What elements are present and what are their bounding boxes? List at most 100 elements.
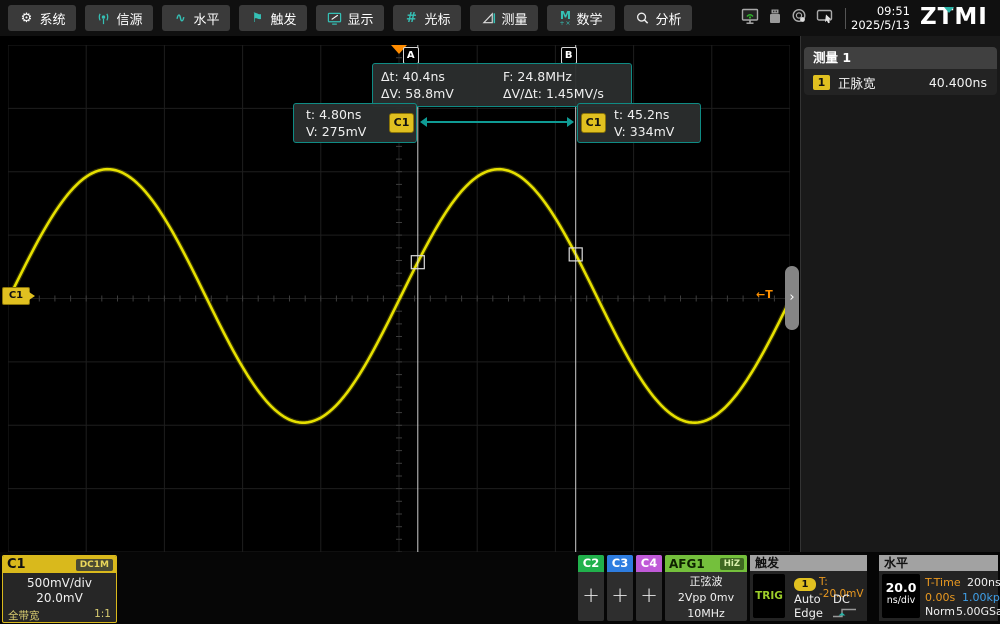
measurement-widget: 测量 1 1 正脉宽 40.400ns bbox=[804, 47, 997, 95]
measurement-name: 正脉宽 bbox=[838, 73, 876, 92]
plus-icon[interactable]: + bbox=[636, 572, 662, 618]
record-points-value: 1.00kpts bbox=[962, 591, 1000, 604]
status-icons bbox=[741, 8, 834, 29]
sine-icon: ∿ bbox=[172, 10, 188, 26]
timebase-scale-box: 20.0 ns/div bbox=[882, 574, 920, 618]
math-icon: M+× bbox=[559, 10, 571, 27]
measurement-panel-title: 测量 1 bbox=[804, 47, 997, 69]
channel1-scale: 500mV/div bbox=[3, 576, 116, 591]
menu-trigger-button[interactable]: ⚑ 触发 bbox=[239, 5, 307, 31]
channel1-name: C1 bbox=[7, 557, 26, 572]
menu-measure-button[interactable]: 测量 bbox=[470, 5, 538, 31]
brand-logo: ZTMI bbox=[920, 4, 996, 32]
menubar-divider bbox=[845, 8, 846, 29]
magnifier-icon bbox=[634, 10, 650, 26]
cursor-b-handle[interactable]: B bbox=[561, 47, 577, 64]
trigger-source-badge: 1 bbox=[794, 576, 816, 591]
menu-trigger-label: 触发 bbox=[270, 9, 296, 28]
measure-panel: 测量 1 1 正脉宽 40.400ns bbox=[800, 36, 1000, 552]
channel4-add-box[interactable]: C4 + bbox=[636, 555, 662, 621]
cursor-b-voltage: V: 334mV bbox=[614, 123, 674, 140]
gear-icon: ⚙ bbox=[18, 10, 34, 26]
menu-display-button[interactable]: 显示 bbox=[316, 5, 384, 31]
menu-math-button[interactable]: M+× 数学 bbox=[547, 5, 615, 31]
afg-frequency: 10MHz bbox=[665, 606, 747, 621]
afg-box[interactable]: AFG1 HiZ 正弦波 2Vpp 0mv 10MHz bbox=[665, 555, 747, 621]
channel1-coupling-badge: DC1M bbox=[76, 559, 113, 571]
channel2-add-box[interactable]: C2 + bbox=[578, 555, 604, 621]
afg-load-badge: HiZ bbox=[720, 558, 744, 570]
delta-t-value: Δt: 40.4ns bbox=[381, 69, 503, 84]
plus-icon[interactable]: + bbox=[607, 572, 633, 618]
vertical-scrollbar[interactable]: › bbox=[785, 266, 799, 330]
plus-icon[interactable]: + bbox=[578, 572, 604, 618]
trigger-panel-title: 触发 bbox=[750, 555, 867, 571]
cursor-b-readout: t: 45.2ns V: 334mV C1 bbox=[577, 103, 701, 143]
menu-measure-label: 测量 bbox=[501, 9, 527, 28]
cursor-a-channel-badge: C1 bbox=[389, 113, 414, 133]
cursor-a-readout: t: 4.80ns V: 275mV C1 bbox=[293, 103, 417, 143]
usb-icon bbox=[767, 8, 783, 29]
timebase-value: 20.0 bbox=[882, 580, 920, 595]
broadcast-icon bbox=[95, 10, 111, 26]
acquisition-mode: Norm bbox=[925, 605, 955, 618]
cursor-span-arrow-icon bbox=[420, 116, 574, 128]
channel1-probe-ratio: 1:1 bbox=[94, 608, 111, 623]
measurement-row[interactable]: 1 正脉宽 40.400ns bbox=[804, 69, 997, 95]
channel2-name: C2 bbox=[578, 555, 604, 572]
menu-source-label: 信源 bbox=[116, 9, 142, 28]
measurement-index-badge: 1 bbox=[813, 75, 830, 90]
screen-touch-icon[interactable] bbox=[816, 8, 834, 29]
trigger-sweep-mode: Auto bbox=[794, 592, 821, 606]
oscilloscope-app: ⚙ 系统 信源 ∿ 水平 ⚑ 触发 显示 # 光标 bbox=[0, 0, 1000, 624]
touch-gesture-icon[interactable] bbox=[791, 8, 808, 29]
horizontal-panel[interactable]: 水平 20.0 ns/div T-Time 200ns 0.00s 1.00kp… bbox=[879, 555, 998, 621]
trigger-level-marker[interactable]: ←T bbox=[756, 288, 773, 301]
trigger-coupling: DC bbox=[833, 592, 850, 606]
afg-amplitude: 2Vpp 0mv bbox=[665, 590, 747, 605]
freq-value: F: 24.8MHz bbox=[503, 69, 623, 84]
network-icon bbox=[741, 8, 759, 29]
menu-analyze-button[interactable]: 分析 bbox=[624, 5, 692, 31]
flag-icon: ⚑ bbox=[249, 10, 265, 26]
measurement-value: 40.400ns bbox=[929, 75, 987, 90]
menu-display-label: 显示 bbox=[347, 9, 373, 28]
sample-rate-value: 5.00GSa/s bbox=[956, 605, 1000, 618]
delta-v-value: ΔV: 58.8mV bbox=[381, 86, 503, 101]
menu-math-label: 数学 bbox=[577, 9, 603, 28]
menu-horizontal-button[interactable]: ∿ 水平 bbox=[162, 5, 230, 31]
logo-accent-icon bbox=[944, 7, 954, 13]
measure-triangle-icon bbox=[480, 10, 496, 26]
menu-source-button[interactable]: 信源 bbox=[85, 5, 153, 31]
channel1-box[interactable]: C1 DC1M 500mV/div 20.0mV 全带宽 1:1 bbox=[2, 555, 117, 623]
channel1-bandwidth: 全带宽 bbox=[8, 608, 40, 623]
menu-system-label: 系统 bbox=[39, 9, 65, 28]
menu-cursor-label: 光标 bbox=[424, 9, 450, 28]
rising-edge-icon bbox=[830, 606, 860, 622]
channel3-add-box[interactable]: C3 + bbox=[607, 555, 633, 621]
clock-time: 09:51 bbox=[850, 4, 910, 18]
horizontal-panel-title: 水平 bbox=[879, 555, 998, 571]
channel1-ground-marker[interactable]: C1 bbox=[2, 287, 30, 305]
menu-cursor-button[interactable]: # 光标 bbox=[393, 5, 461, 31]
afg-waveform-type: 正弦波 bbox=[665, 574, 747, 589]
cursor-b-time: t: 45.2ns bbox=[614, 106, 674, 123]
menu-horizontal-label: 水平 bbox=[193, 9, 219, 28]
menu-system-button[interactable]: ⚙ 系统 bbox=[8, 5, 76, 31]
channel1-offset: 20.0mV bbox=[3, 591, 116, 606]
grid-cursor-icon: # bbox=[403, 10, 419, 26]
trigger-type: Edge bbox=[794, 606, 823, 620]
slope-value: ΔV/Δt: 1.45MV/s bbox=[503, 86, 623, 101]
trigger-status-indicator: TRIG bbox=[753, 574, 785, 618]
t-time-label: T-Time bbox=[925, 576, 961, 589]
display-icon bbox=[326, 10, 342, 26]
channel3-name: C3 bbox=[607, 555, 633, 572]
clock: 09:51 2025/5/13 bbox=[850, 4, 910, 32]
timebase-unit: ns/div bbox=[882, 595, 920, 606]
horizontal-delay-value: 0.00s bbox=[925, 591, 955, 604]
time-range-value: 200ns bbox=[967, 576, 1000, 589]
cursor-a-handle[interactable]: A bbox=[403, 47, 419, 64]
cursor-a-voltage: V: 275mV bbox=[306, 123, 366, 140]
trigger-panel[interactable]: 触发 TRIG 1 T: -20.0mV Auto DC Edge bbox=[750, 555, 867, 621]
menubar: ⚙ 系统 信源 ∿ 水平 ⚑ 触发 显示 # 光标 bbox=[0, 0, 1000, 36]
